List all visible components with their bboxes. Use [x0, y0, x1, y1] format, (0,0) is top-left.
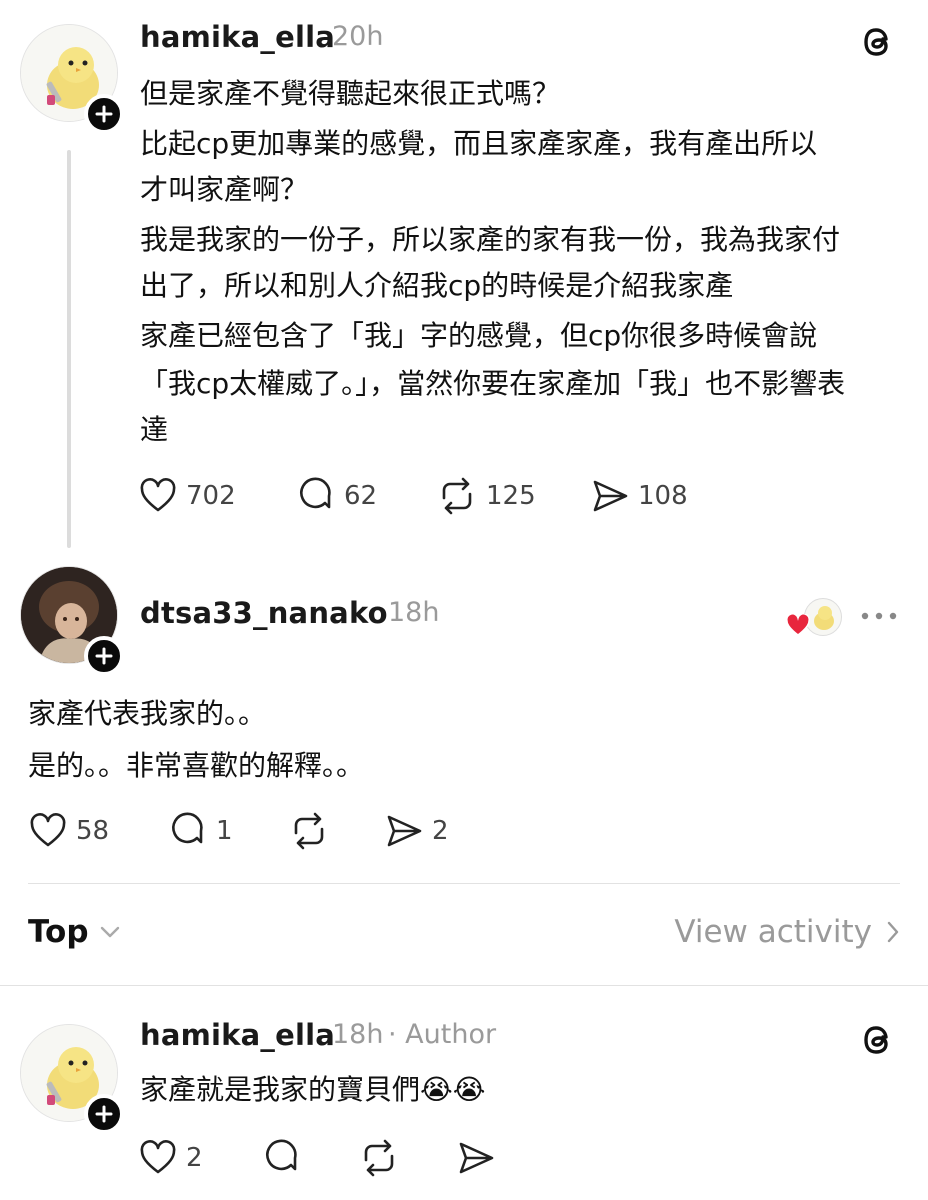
username[interactable]: dtsa33_nanako [140, 596, 388, 630]
post-line: 比起cp更加專業的感覺，而且家產家產，我有產出所以 [140, 127, 818, 160]
share-count: 108 [638, 481, 688, 511]
chevron-down-icon [100, 926, 119, 938]
follow-plus-button[interactable] [84, 636, 124, 676]
reply-button[interactable]: 62 [296, 476, 377, 516]
more-icon [861, 612, 897, 620]
like-count: 58 [76, 816, 110, 846]
reply-text: 家產就是我家的寶貝們😭😭 [140, 1066, 485, 1114]
chevron-right-icon [887, 921, 899, 943]
divider [0, 985, 928, 986]
post-line: 出了，所以和別人介紹我cp的時候是介紹我家產 [140, 269, 734, 302]
like-count: 702 [186, 481, 236, 511]
author-liked-indicator [786, 598, 842, 638]
post-line: 是的。。非常喜歡的解釋。。 [28, 749, 365, 782]
reply-button[interactable] [262, 1138, 302, 1178]
post-line: 才叫家產啊？ [140, 173, 309, 206]
plus-icon [95, 1105, 113, 1123]
threads-icon[interactable] [860, 24, 896, 64]
like-count: 2 [186, 1143, 203, 1173]
share-icon [387, 815, 422, 847]
reply-count: 1 [216, 816, 233, 846]
repost-icon [442, 477, 472, 515]
threads-icon[interactable] [860, 1022, 896, 1062]
post-line: 家產已經包含了「我」字的感覺，但cp你很多時候會說 [140, 319, 818, 352]
like-button[interactable]: 58 [28, 811, 109, 851]
plus-icon [95, 647, 113, 665]
heart-icon [140, 1140, 176, 1174]
share-button[interactable] [456, 1138, 496, 1178]
timestamp: 18h [388, 597, 440, 628]
reply-text-content: 家產就是我家的寶貝們 [140, 1073, 421, 1106]
comment-icon [266, 1139, 297, 1171]
username[interactable]: hamika_ella [140, 20, 335, 54]
heart-icon [30, 813, 66, 847]
author-tag: · Author [388, 1019, 497, 1050]
heart-filled-icon [786, 614, 810, 636]
like-button[interactable]: 702 [138, 476, 236, 516]
post-line: 「我cp太權威了。」，當然你要在家產加「我」也不影響表 [140, 367, 846, 400]
thread-line [67, 150, 71, 548]
heart-icon [140, 478, 176, 512]
view-activity-label: View activity [674, 914, 872, 950]
repost-icon [294, 812, 324, 850]
repost-icon [364, 1139, 394, 1177]
post-line: 但是家產不覺得聽起來很正式嗎？ [140, 77, 561, 110]
post-line: 我是我家的一份子，所以家產的家有我一份，我為我家付 [140, 223, 841, 256]
share-count: 2 [432, 816, 449, 846]
divider [28, 883, 900, 884]
post-line: 達 [140, 413, 169, 446]
view-activity-link[interactable]: View activity [674, 914, 900, 950]
crying-emoji: 😭😭 [420, 1073, 486, 1106]
follow-plus-button[interactable] [84, 94, 124, 134]
comment-icon [172, 812, 203, 844]
sort-label: Top [28, 914, 89, 950]
like-button[interactable]: 2 [138, 1138, 203, 1178]
username[interactable]: hamika_ella [140, 1018, 335, 1052]
more-options-button[interactable] [860, 606, 898, 630]
repost-button[interactable] [288, 811, 330, 851]
share-icon [459, 1142, 494, 1174]
repost-count: 125 [486, 481, 536, 511]
follow-plus-button[interactable] [84, 1094, 124, 1134]
timestamp: 18h [332, 1019, 384, 1050]
post-line: 家產代表我家的。。 [28, 697, 267, 730]
share-button[interactable]: 2 [384, 811, 449, 851]
plus-icon [95, 105, 113, 123]
repost-button[interactable] [358, 1138, 400, 1178]
comment-icon [300, 477, 331, 509]
sort-dropdown[interactable]: Top [28, 914, 121, 950]
repost-button[interactable]: 125 [436, 476, 536, 516]
reply-count: 62 [344, 481, 378, 511]
reply-button[interactable]: 1 [168, 811, 233, 851]
share-icon [593, 480, 628, 512]
share-button[interactable]: 108 [590, 476, 688, 516]
timestamp: 20h [332, 21, 384, 52]
